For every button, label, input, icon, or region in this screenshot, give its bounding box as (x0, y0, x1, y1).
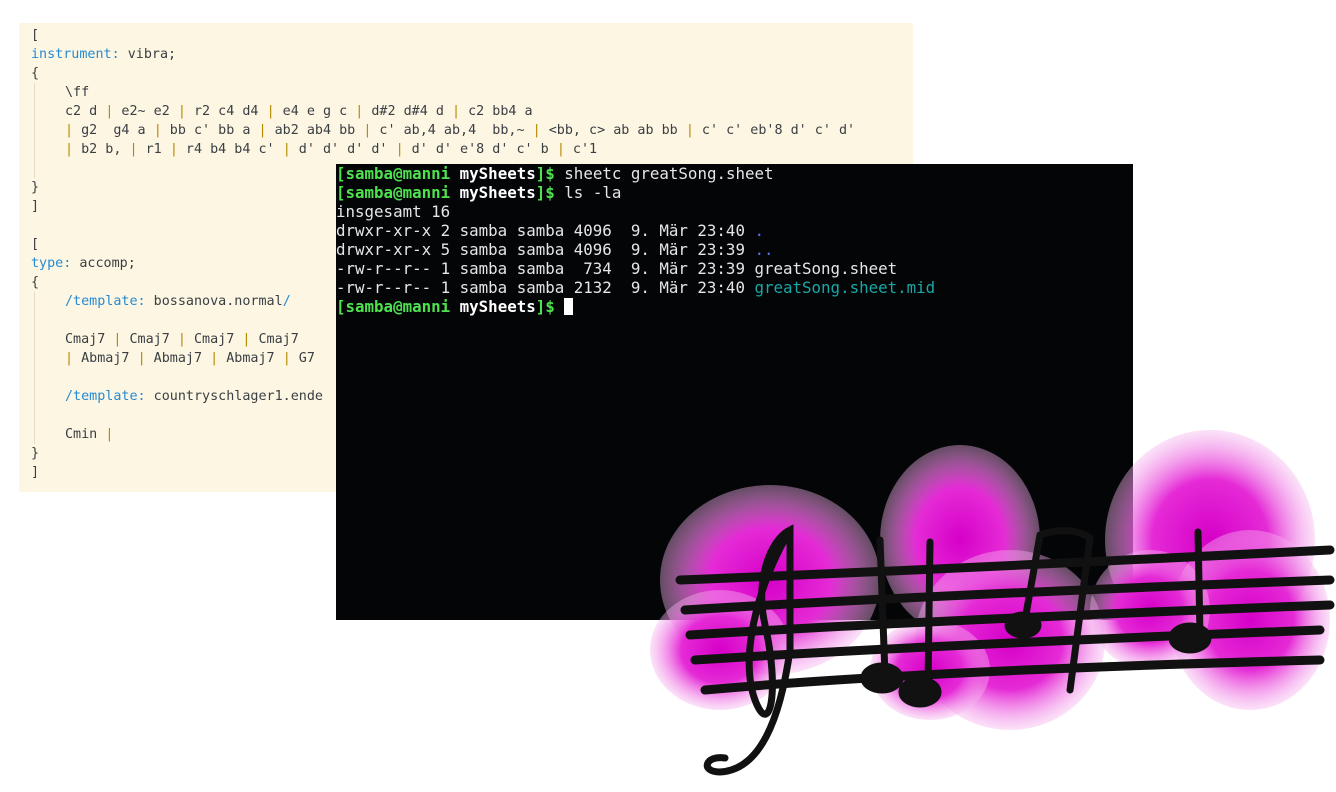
bar-segment: Cmaj7 (185, 332, 243, 347)
bar-segment: e4 e g c (274, 104, 356, 119)
bar-separator: | (65, 351, 74, 366)
terminal-line: insgesamt 16 (336, 202, 451, 221)
bar-separator: | (137, 351, 146, 366)
bar-segment: d#2 d#4 d (363, 104, 452, 119)
bar-separator: | (685, 123, 694, 138)
bar-segment: c2 d (65, 104, 106, 119)
instrument-keyword: instrument: (31, 47, 120, 62)
bar-segment: e2~ e2 (113, 104, 178, 119)
terminal-line: [samba@manni mySheets]$ ls -la (336, 183, 622, 202)
code-line: c2 d | e2~ e2 | r2 c4 d4 | e4 e g c | d#… (31, 102, 913, 121)
bar-segment: d' d' d' d' (290, 142, 396, 157)
terminal-cursor (564, 298, 574, 315)
bar-separator: | (266, 104, 275, 119)
bar-separator: | (556, 142, 565, 157)
listing-row: drwxr-xr-x 2 samba samba 4096 9. Mär 23:… (336, 221, 764, 240)
bar-separator: | (129, 142, 138, 157)
bar-segment: c2 bb4 a (460, 104, 533, 119)
bar-segment: Cmin (65, 427, 106, 442)
bar-segment: Abmaj7 (145, 351, 211, 366)
bar-segment: c'1 (564, 142, 598, 157)
bar-segment: g2 g4 a (73, 123, 154, 138)
code-line: \ff (31, 83, 913, 102)
bar-separator: | (169, 142, 178, 157)
bar-segment: b2 b, (73, 142, 130, 157)
listing-row: -rw-r--r-- 1 samba samba 2132 9. Mär 23:… (336, 278, 936, 297)
bar-separator: | (65, 123, 74, 138)
bar-segment: Cmaj7 (250, 332, 307, 347)
code-line: instrument: vibra; (31, 47, 177, 62)
code-line: [ (31, 28, 40, 43)
bar-segment: r2 c4 d4 (185, 104, 267, 119)
bar-segment: r1 (137, 142, 170, 157)
code-line: { (31, 66, 40, 81)
bar-separator: | (210, 351, 219, 366)
bar-separator: | (282, 142, 291, 157)
bar-separator: | (153, 123, 162, 138)
type-keyword: type: (31, 256, 72, 271)
bar-segment: Cmaj7 (65, 332, 114, 347)
template-keyword: /template: (65, 389, 146, 404)
bar-separator: | (177, 104, 186, 119)
bar-segment: Cmaj7 (121, 332, 178, 347)
music-notes-watercolor-icon (650, 430, 1335, 776)
bar-separator: | (532, 123, 541, 138)
bar-segment: Abmaj7 (73, 351, 138, 366)
bar-separator: | (65, 142, 74, 157)
template-keyword: /template: (65, 294, 146, 309)
bar-separator: | (395, 142, 404, 157)
bar-segment: c' c' eb'8 d' c' d' (693, 123, 856, 138)
bar-segment: Abmaj7 (218, 351, 283, 366)
bar-segment: ab2 ab4 bb (266, 123, 364, 138)
terminal-line: [samba@manni mySheets]$ sheetc greatSong… (336, 164, 774, 183)
code-line: | g2 g4 a | bb c' bb a | ab2 ab4 bb | c'… (31, 121, 913, 140)
bar-segment: bb c' bb a (161, 123, 259, 138)
bar-segment: r4 b4 b4 c' (177, 142, 283, 157)
bar-segment: c' ab,4 ab,4 bb,~ (371, 123, 533, 138)
code-line: | b2 b, | r1 | r4 b4 b4 c' | d' d' d' d'… (31, 140, 913, 159)
bar-segment: <bb, c> ab ab bb (540, 123, 686, 138)
bar-segment: G7 (290, 351, 315, 366)
listing-row: -rw-r--r-- 1 samba samba 734 9. Mär 23:3… (336, 259, 898, 278)
bar-separator: | (452, 104, 461, 119)
bar-separator: | (177, 332, 186, 347)
bar-segment: d' d' e'8 d' c' b (403, 142, 557, 157)
bar-separator: | (105, 427, 114, 442)
terminal-prompt-line[interactable]: [samba@manni mySheets]$ (336, 297, 1133, 316)
bar-separator: | (282, 351, 291, 366)
bar-separator: | (258, 123, 267, 138)
listing-row: drwxr-xr-x 5 samba samba 4096 9. Mär 23:… (336, 240, 774, 259)
